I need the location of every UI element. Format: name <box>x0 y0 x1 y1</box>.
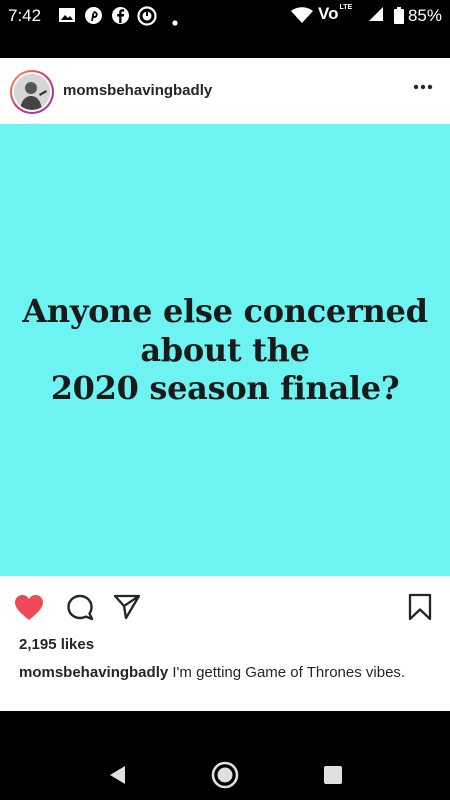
status-bar: 7:42 VoLTE 85% <box>0 0 450 32</box>
recents-icon <box>324 766 342 784</box>
instagram-post: momsbehavingbadly Anyone else concerned … <box>0 58 450 711</box>
heart-icon <box>15 594 43 620</box>
facebook-icon <box>111 6 130 30</box>
post-image[interactable]: Anyone else concerned about the 2020 sea… <box>0 124 450 576</box>
post-image-line: 2020 season finale? <box>50 369 400 408</box>
avatar-photo <box>14 74 50 110</box>
pinterest-icon <box>84 6 103 30</box>
comment-button[interactable] <box>63 590 97 624</box>
circle-icon <box>137 6 157 31</box>
back-icon <box>110 766 125 784</box>
share-button[interactable] <box>110 590 144 624</box>
battery-icon <box>394 7 404 29</box>
battery-percent: 85% <box>407 6 442 25</box>
likes-count[interactable]: 2,195 likes <box>19 636 94 653</box>
home-icon <box>211 761 239 789</box>
navigation-bar <box>0 711 450 800</box>
send-icon <box>113 594 141 620</box>
comment-icon <box>67 594 94 621</box>
bookmark-icon <box>408 593 432 621</box>
post-image-text: Anyone else concerned about the 2020 sea… <box>22 292 428 408</box>
dot-icon <box>172 13 178 31</box>
home-button[interactable] <box>205 755 245 795</box>
post-actions <box>0 586 450 626</box>
more-options-button[interactable] <box>410 74 436 100</box>
post-image-line: Anyone else concerned <box>22 292 428 331</box>
more-icon <box>413 84 433 90</box>
like-button[interactable] <box>12 590 46 624</box>
status-time: 7:42 <box>8 6 42 25</box>
caption-username[interactable]: momsbehavingbadly <box>19 664 168 681</box>
wifi-icon <box>290 6 314 29</box>
save-button[interactable] <box>403 590 437 624</box>
post-caption: momsbehavingbadly I'm getting Game of Th… <box>19 662 434 683</box>
caption-text: I'm getting Game of Thrones vibes. <box>172 664 406 681</box>
post-header: momsbehavingbadly <box>0 58 450 124</box>
post-image-line: about the <box>140 330 310 369</box>
avatar[interactable] <box>10 70 54 114</box>
back-button[interactable] <box>97 755 137 795</box>
image-icon <box>58 6 76 29</box>
signal-icon <box>368 6 384 27</box>
post-username[interactable]: momsbehavingbadly <box>63 82 212 99</box>
volte-icon: VoLTE <box>318 4 353 23</box>
recents-button[interactable] <box>313 755 353 795</box>
